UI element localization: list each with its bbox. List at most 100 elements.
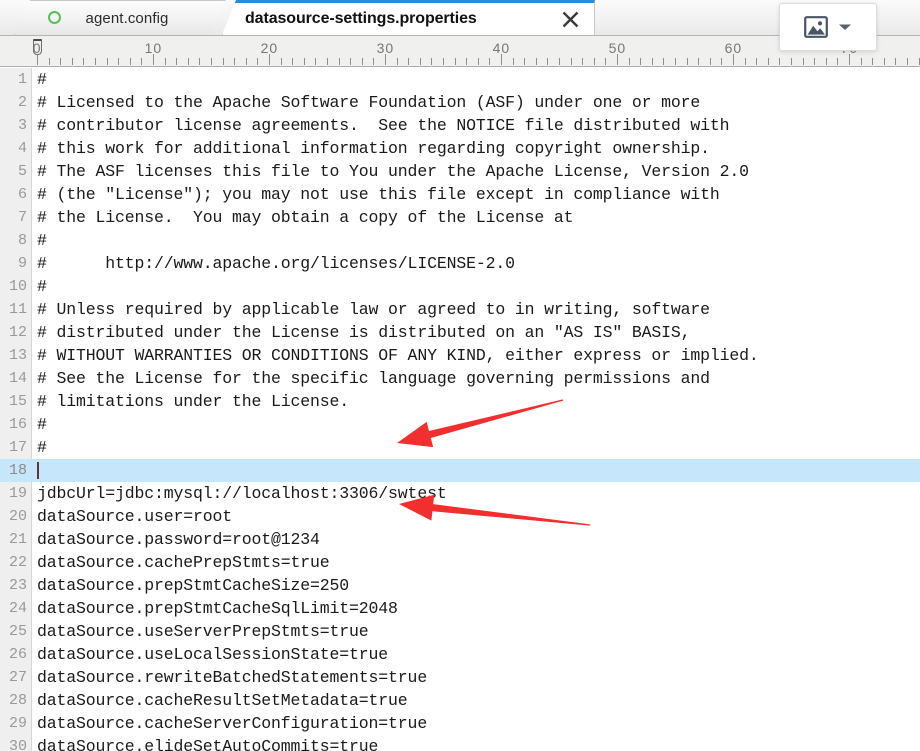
line-number: 3 xyxy=(17,117,27,134)
tab-agent-config[interactable]: agent.config xyxy=(14,0,226,35)
ruler-tick xyxy=(176,58,178,65)
line-text: # http://www.apache.org/licenses/LICENSE… xyxy=(37,254,515,273)
line-number: 21 xyxy=(8,531,27,548)
tab-datasource-settings-label: datasource-settings.properties xyxy=(245,10,477,27)
line-number: 22 xyxy=(8,554,27,571)
line-text: # (the "License"); you may not use this … xyxy=(37,185,720,204)
ruler-tick xyxy=(315,58,317,65)
ruler-tick xyxy=(605,58,607,65)
ruler-tick xyxy=(396,58,398,65)
code-line[interactable]: 23 dataSource.prepStmtCacheSize=250 xyxy=(0,574,920,597)
code-line[interactable]: 13 # WITHOUT WARRANTIES OR CONDITIONS OF … xyxy=(0,344,920,367)
editor-window: agent.config datasource-settings.propert… xyxy=(0,0,920,751)
ruler-tick xyxy=(431,58,433,65)
code-line[interactable]: 5 # The ASF licenses this file to You und… xyxy=(0,160,920,183)
ruler-tick xyxy=(199,58,201,65)
ruler-tick xyxy=(83,58,85,65)
line-number: 20 xyxy=(8,508,27,525)
code-line[interactable]: 29 dataSource.cacheServerConfiguration=tr… xyxy=(0,712,920,735)
ruler-tick xyxy=(187,58,189,65)
line-text: dataSource.password=root@1234 xyxy=(37,530,320,549)
code-line[interactable]: 24 dataSource.prepStmtCacheSqlLimit=2048 xyxy=(0,597,920,620)
code-line[interactable]: 9 # http://www.apache.org/licenses/LICENS… xyxy=(0,252,920,275)
code-line[interactable]: 8 # xyxy=(0,229,920,252)
line-text: dataSource.prepStmtCacheSqlLimit=2048 xyxy=(37,599,398,618)
ruler-tick xyxy=(466,58,468,65)
line-number: 6 xyxy=(17,186,27,203)
code-line[interactable]: 30 dataSource.elideSetAutoCommits=true xyxy=(0,735,920,751)
chevron-down-icon[interactable] xyxy=(838,22,852,32)
ruler-tick xyxy=(767,58,769,65)
tab-close-button[interactable] xyxy=(558,8,582,30)
ruler-tick xyxy=(825,58,827,65)
code-line[interactable]: 10 # xyxy=(0,275,920,298)
line-text: # xyxy=(37,231,47,250)
code-line[interactable]: 27 dataSource.rewriteBatchedStatements=tr… xyxy=(0,666,920,689)
code-line[interactable]: 18 xyxy=(0,459,920,482)
ruler-tick xyxy=(814,58,816,65)
code-line[interactable]: 22 dataSource.cachePrepStmts=true xyxy=(0,551,920,574)
ruler-tick xyxy=(303,58,305,65)
line-number: 11 xyxy=(8,301,27,318)
ruler-tick xyxy=(663,58,665,65)
line-text: # Licensed to the Apache Software Founda… xyxy=(37,93,701,112)
ruler-tick xyxy=(628,58,630,65)
ruler-tick xyxy=(640,58,642,65)
code-line[interactable]: 17 # xyxy=(0,436,920,459)
ruler-tick xyxy=(245,58,247,65)
line-text: # Unless required by applicable law or a… xyxy=(37,300,710,319)
code-line[interactable]: 20 dataSource.user=root xyxy=(0,505,920,528)
ruler-tick xyxy=(408,58,410,65)
line-text: # this work for additional information r… xyxy=(37,139,710,158)
ruler-tick xyxy=(883,58,885,65)
line-text: jdbcUrl=jdbc:mysql://localhost:3306/swte… xyxy=(37,484,447,503)
ruler-tick xyxy=(141,58,143,65)
ruler-tick xyxy=(257,58,259,65)
code-line[interactable]: 14 # See the License for the specific lan… xyxy=(0,367,920,390)
code-line[interactable]: 21 dataSource.password=root@1234 xyxy=(0,528,920,551)
text-cursor xyxy=(37,462,39,479)
ruler-label: 50 xyxy=(608,40,627,56)
ruler-label: 60 xyxy=(724,40,743,56)
ruler-tick xyxy=(489,58,491,65)
ruler-tick xyxy=(234,58,236,65)
picture-icon[interactable] xyxy=(804,16,828,38)
ruler-tick xyxy=(535,58,537,65)
code-line[interactable]: 6 # (the "License"); you may not use this… xyxy=(0,183,920,206)
code-line[interactable]: 28 dataSource.cacheResultSetMetadata=true xyxy=(0,689,920,712)
floating-image-toolbar[interactable] xyxy=(779,3,877,51)
code-line[interactable]: 15 # limitations under the License. xyxy=(0,390,920,413)
green-circle-icon xyxy=(48,11,61,24)
ruler-tick xyxy=(709,58,711,65)
code-line[interactable]: 12 # distributed under the License is dis… xyxy=(0,321,920,344)
line-number: 19 xyxy=(8,485,27,502)
code-editor[interactable]: 1 #2 # Licensed to the Apache Software Fou… xyxy=(0,68,920,751)
line-number: 23 xyxy=(8,577,27,594)
ruler-tick xyxy=(454,58,456,65)
code-content[interactable]: 1 #2 # Licensed to the Apache Software Fou… xyxy=(0,68,920,751)
line-number: 1 xyxy=(17,71,27,88)
code-line[interactable]: 19 jdbcUrl=jdbc:mysql://localhost:3306/sw… xyxy=(0,482,920,505)
ruler-tick xyxy=(361,58,363,65)
code-line[interactable]: 4 # this work for additional information … xyxy=(0,137,920,160)
tab-datasource-settings[interactable]: datasource-settings.properties xyxy=(222,0,595,35)
code-line[interactable]: 16 # xyxy=(0,413,920,436)
ruler-tick xyxy=(744,58,746,65)
code-line[interactable]: 2 # Licensed to the Apache Software Found… xyxy=(0,91,920,114)
ruler-tick xyxy=(872,58,874,65)
code-line[interactable]: 26 dataSource.useLocalSessionState=true xyxy=(0,643,920,666)
code-line[interactable]: 25 dataSource.useServerPrepStmts=true xyxy=(0,620,920,643)
code-line[interactable]: 7 # the License. You may obtain a copy of… xyxy=(0,206,920,229)
line-text: dataSource.useLocalSessionState=true xyxy=(37,645,389,664)
ruler-caret-marker xyxy=(33,39,42,55)
code-line[interactable]: 1 # xyxy=(0,68,920,91)
line-text: # xyxy=(37,277,47,296)
line-text: # The ASF licenses this file to You unde… xyxy=(37,162,749,181)
ruler-tick xyxy=(779,58,781,65)
ruler-label: 10 xyxy=(144,40,163,56)
code-line[interactable]: 11 # Unless required by applicable law or… xyxy=(0,298,920,321)
ruler-tick xyxy=(570,58,572,65)
line-text: # xyxy=(37,70,47,89)
line-number: 15 xyxy=(8,393,27,410)
code-line[interactable]: 3 # contributor license agreements. See t… xyxy=(0,114,920,137)
